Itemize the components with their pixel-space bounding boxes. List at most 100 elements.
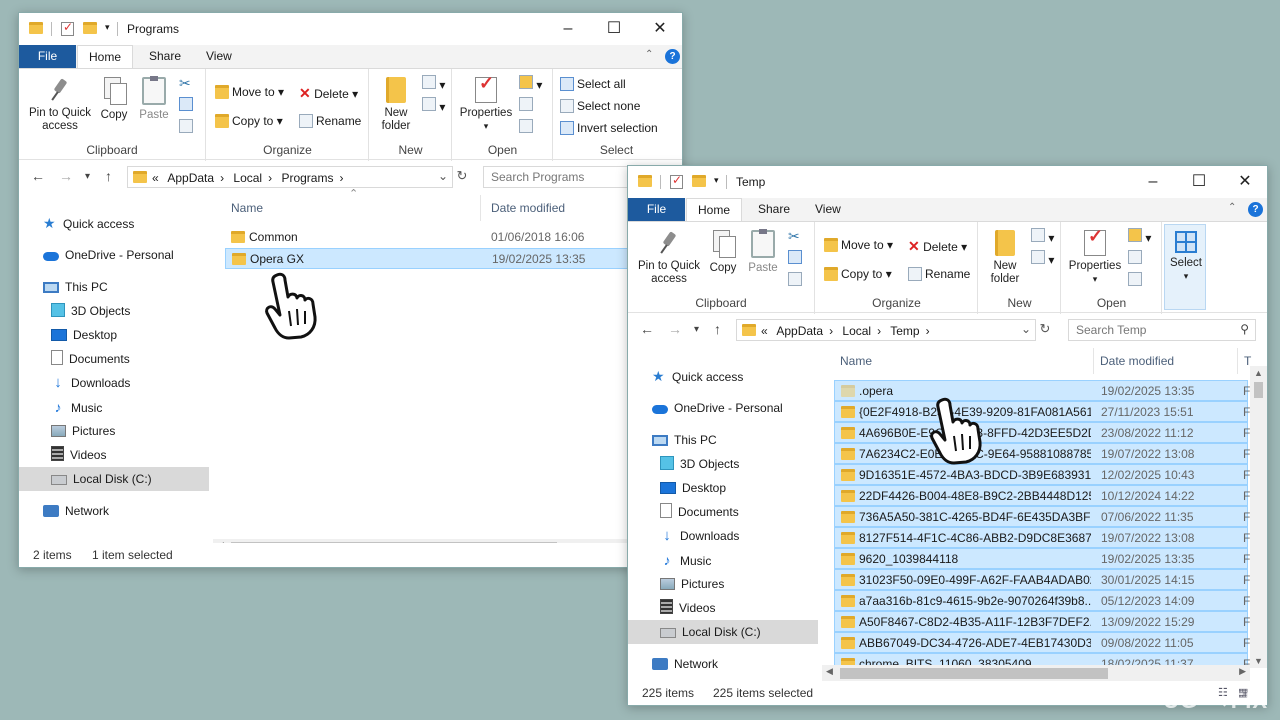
list-item-selected[interactable]: Opera GX 19/02/2025 13:35 [225,248,682,269]
list-item-selected[interactable]: 22DF4426-B004-48E8-B9C2-2BB4448D1259 10/1… [834,485,1250,506]
list-item-selected[interactable]: A50F8467-C8D2-4B35-A11F-12B3F7DEF2... 13/… [834,611,1250,632]
maximize-button[interactable]: ☐ [1176,170,1222,194]
easy-access-icon[interactable]: ▾ [422,97,445,114]
properties-button[interactable]: Properties ▾ [1066,230,1124,286]
cut-icon[interactable]: ✂ [788,228,800,245]
breadcrumb-temp[interactable]: Temp [890,324,919,338]
up-button[interactable]: ↑ [714,321,721,337]
tab-share[interactable]: Share [746,198,802,221]
select-none-button[interactable]: Select none [560,99,640,113]
forward-button[interactable]: → [59,168,73,184]
scroll-up-icon[interactable]: ▲ [1254,368,1263,378]
breadcrumb-overflow[interactable]: « [761,324,768,338]
nav-music[interactable]: ♪ Music [51,395,103,419]
help-icon[interactable]: ? [665,49,680,64]
tab-file[interactable]: File [628,198,685,221]
tab-home[interactable]: Home [77,45,133,68]
tab-home[interactable]: Home [686,198,742,221]
paste-button[interactable]: Paste [137,76,171,122]
new-folder-quick-icon[interactable] [692,175,706,187]
scroll-right-icon[interactable]: ▶ [1239,666,1246,677]
list-item-selected[interactable]: 4A696B0E-E9C2-4C53-8FFD-42D3EE5D2D...23/… [834,422,1250,443]
nav-desktop[interactable]: Desktop [51,323,117,347]
scroll-thumb[interactable] [840,668,1108,679]
breadcrumb-programs[interactable]: Programs [281,171,333,185]
nav-quick-access[interactable]: ★ Quick access [43,211,134,235]
new-folder-button[interactable]: New folder [985,230,1025,286]
nav-3d-objects[interactable]: 3D Objects [51,299,130,323]
properties-quick-icon[interactable] [670,173,683,189]
new-folder-button[interactable]: New folder [376,77,416,133]
copy-button[interactable]: Copy [97,77,131,122]
delete-button[interactable]: ✕ Delete ▾ [299,85,358,102]
list-item-selected[interactable]: 736A5A50-381C-4265-BD4F-6E435DA3BF69 07/0… [834,506,1250,527]
refresh-button[interactable]: ↻ [1034,319,1056,341]
edit-icon[interactable] [519,97,533,111]
cut-icon[interactable]: ✂ [179,75,191,92]
paste-button[interactable]: Paste [746,229,780,275]
nav-documents[interactable]: Documents [660,500,739,524]
collapse-ribbon-icon[interactable]: ⌃ [645,49,653,60]
scroll-left-icon[interactable]: ◀ [826,666,833,677]
breadcrumb-local[interactable]: Local [842,324,871,338]
minimize-button[interactable]: – [545,17,591,41]
tab-view[interactable]: View [803,198,853,221]
open-icon[interactable]: ▾ [519,75,542,92]
back-button[interactable]: ← [640,321,654,337]
properties-quick-icon[interactable] [61,20,74,36]
breadcrumb-overflow[interactable]: « [152,171,159,185]
new-item-icon[interactable]: ▾ [1031,228,1054,245]
select-button[interactable]: Select ▾ [1167,231,1205,283]
list-item-selected[interactable]: {0E2F4918-B239-4E39-9209-81FA081A5612} 27… [834,401,1250,422]
edit-icon[interactable] [1128,250,1142,264]
nav-network[interactable]: Network [652,652,718,676]
nav-pictures[interactable]: Pictures [51,419,115,443]
tab-share[interactable]: Share [137,45,193,68]
column-header-name[interactable]: Name [834,348,1094,374]
move-to-button[interactable]: Move to ▾ [824,238,893,252]
nav-3d-objects[interactable]: 3D Objects [660,452,739,476]
paste-shortcut-icon[interactable] [179,119,193,133]
column-header-date[interactable]: Date modified [1094,348,1238,374]
help-icon[interactable]: ? [1248,202,1263,217]
pin-to-quick-access-button[interactable]: Pin to Quick access [634,230,704,286]
column-header-name[interactable]: Name [225,195,481,221]
search-input[interactable]: Search Temp ⚲ [1068,319,1256,341]
collapse-ribbon-icon[interactable]: ⌃ [1228,202,1236,213]
nav-this-pc[interactable]: This PC [43,275,108,299]
select-dropdown-button[interactable]: Select ▾ [1164,224,1206,310]
nav-onedrive[interactable]: OneDrive - Personal [43,243,174,267]
nav-local-disk[interactable]: Local Disk (C:) [628,620,818,644]
pin-to-quick-access-button[interactable]: Pin to Quick access [25,77,95,133]
nav-music[interactable]: ♪ Music [660,548,712,572]
copy-button[interactable]: Copy [706,230,740,275]
list-item-selected[interactable]: 9620_1039844118 19/02/2025 13:35 F [834,548,1250,569]
breadcrumb-appdata[interactable]: AppData [167,171,214,185]
maximize-button[interactable]: ☐ [591,17,637,41]
easy-access-icon[interactable]: ▾ [1031,250,1054,267]
tab-view[interactable]: View [194,45,244,68]
nav-videos[interactable]: Videos [660,596,715,620]
list-item-selected[interactable]: 7A6234C2-E0E5-4D8C-9E64-95881088785119/0… [834,443,1250,464]
refresh-button[interactable]: ↻ [451,166,473,188]
open-icon[interactable]: ▾ [1128,228,1151,245]
quick-access-dropdown-icon[interactable]: ▾ [714,175,719,186]
up-button[interactable]: ↑ [105,168,112,184]
new-item-icon[interactable]: ▾ [422,75,445,92]
rename-button[interactable]: Rename [299,114,361,128]
nav-network[interactable]: Network [43,499,109,523]
horizontal-scrollbar[interactable]: ◀ ▶ [822,665,1250,682]
nav-downloads[interactable]: ↓ Downloads [51,371,130,395]
address-dropdown-icon[interactable]: ⌄ [438,169,448,183]
quick-access-dropdown-icon[interactable]: ▾ [105,22,110,33]
new-folder-quick-icon[interactable] [83,22,97,34]
breadcrumb-appdata[interactable]: AppData [776,324,823,338]
address-dropdown-icon[interactable]: ⌄ [1021,322,1031,336]
properties-button[interactable]: Properties ▾ [457,77,515,133]
nav-desktop[interactable]: Desktop [660,476,726,500]
copy-path-icon[interactable] [788,250,802,264]
list-item[interactable]: Common 01/06/2018 16:06 [225,227,682,248]
copy-to-button[interactable]: Copy to ▾ [215,114,283,128]
list-item-selected[interactable]: 8127F514-4F1C-4C86-ABB2-D9DC8E368791 19/0… [834,527,1250,548]
invert-selection-button[interactable]: Invert selection [560,121,658,135]
